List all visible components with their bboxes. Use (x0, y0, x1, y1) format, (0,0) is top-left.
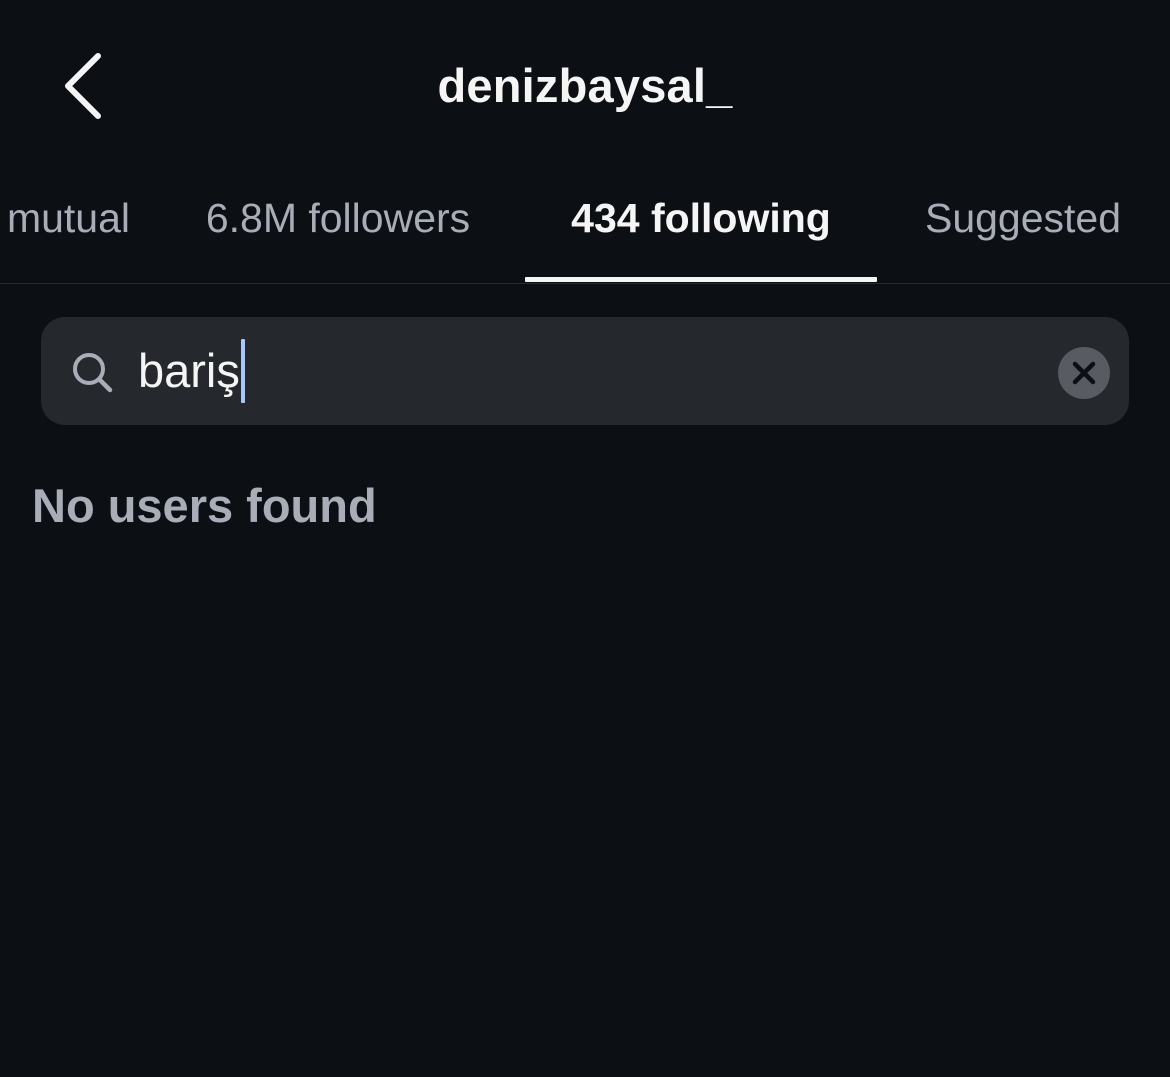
clear-search-button[interactable] (1058, 347, 1110, 399)
empty-results-message: No users found (32, 479, 377, 532)
text-caret (240, 339, 245, 403)
search-input-value: bariş (138, 344, 240, 397)
search-input[interactable]: bariş (138, 336, 1018, 406)
tab-followers[interactable]: 6.8M followers (170, 192, 506, 282)
tab-following[interactable]: 434 following (525, 192, 877, 282)
active-tab-indicator (525, 277, 877, 282)
tab-suggested[interactable]: Suggested (900, 192, 1146, 282)
tab-mutual[interactable]: mutual (0, 192, 130, 282)
page-title: denizbaysal_ (437, 59, 733, 112)
search-icon (73, 353, 113, 393)
top-bar: denizbaysal_ (0, 0, 1170, 170)
clear-icon (1072, 361, 1096, 385)
tab-bar: mutual 6.8M followers 434 following Sugg… (0, 170, 1170, 284)
